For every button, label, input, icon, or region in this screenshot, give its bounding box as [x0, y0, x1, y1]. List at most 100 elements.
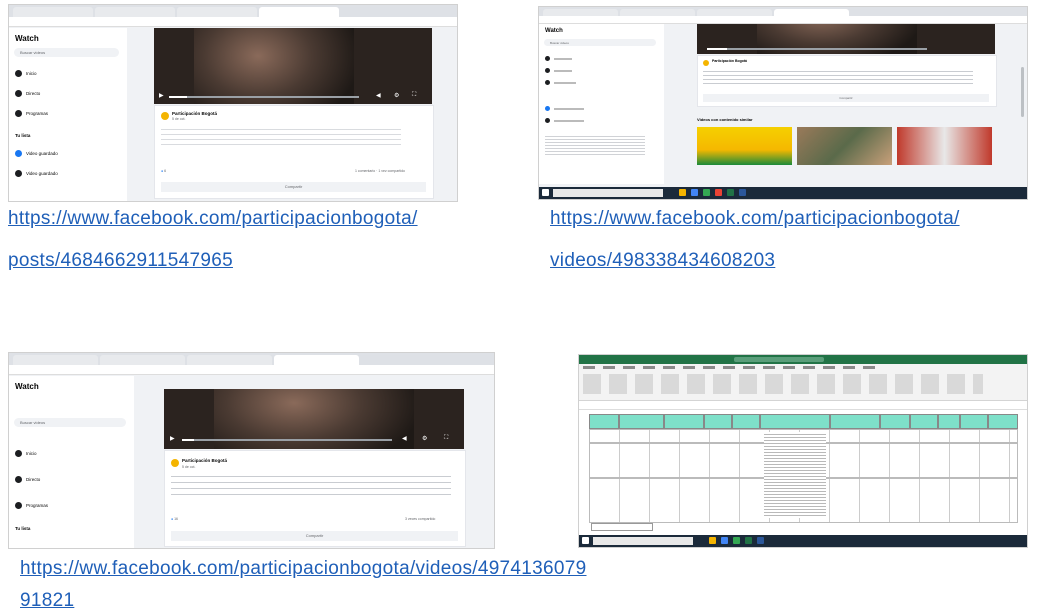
sidebar-item-directo[interactable]: Directo — [15, 90, 40, 97]
search-input[interactable]: Buscar videos — [14, 48, 119, 57]
taskbar-app-icon[interactable] — [691, 189, 698, 196]
settings-icon[interactable]: ⚙ — [422, 435, 427, 442]
sidebar-item[interactable] — [545, 56, 572, 61]
share-button[interactable]: Compartir — [161, 182, 426, 192]
post-link-1[interactable]: https://www.facebook.com/participacionbo… — [8, 208, 418, 230]
reaction-count[interactable]: ● 16 — [171, 517, 178, 521]
play-icon[interactable]: ▶ — [159, 92, 164, 99]
taskbar-app-icon[interactable] — [709, 537, 716, 544]
search-input[interactable]: Buscar videos — [14, 418, 126, 427]
excel-search-box[interactable] — [734, 357, 824, 362]
windows-taskbar[interactable] — [539, 187, 1027, 199]
post-author[interactable]: Participación Bogotá — [182, 458, 227, 463]
browser-tab[interactable] — [697, 9, 772, 16]
browser-tab[interactable] — [95, 7, 175, 17]
scrollbar[interactable] — [1021, 67, 1024, 117]
video-player[interactable]: ▶ ◀ ⚙ ⛶ — [154, 28, 432, 104]
live-icon — [15, 476, 22, 483]
avatar[interactable] — [703, 60, 709, 66]
address-bar[interactable] — [539, 16, 1027, 24]
taskbar-app-icon[interactable] — [679, 189, 686, 196]
sidebar-item[interactable] — [545, 80, 576, 85]
excel-ribbon[interactable] — [579, 364, 1027, 401]
taskbar-app-icon[interactable] — [745, 537, 752, 544]
sidebar-item-inicio[interactable]: Inicio — [15, 70, 37, 77]
spreadsheet-grid[interactable] — [579, 410, 1027, 531]
avatar[interactable] — [171, 459, 179, 467]
sidebar-section-tu-lista: Tu lista — [15, 133, 31, 138]
post-author[interactable]: Participación Bogotá — [712, 59, 747, 63]
browser-tab[interactable] — [543, 9, 618, 16]
browser-tab-strip[interactable] — [9, 5, 457, 17]
taskbar-app-icon[interactable] — [703, 189, 710, 196]
sidebar-list-item[interactable]: Video guardado — [15, 150, 58, 157]
reaction-count[interactable]: ● 6 — [161, 169, 166, 173]
sidebar-item-programas[interactable]: Programas — [15, 502, 48, 509]
avatar[interactable] — [161, 112, 169, 120]
taskbar-app-icon[interactable] — [757, 537, 764, 544]
post-link-1-cont[interactable]: posts/4684662911547965 — [8, 250, 233, 272]
post-time[interactable]: 5 de oct. — [172, 117, 185, 121]
sidebar-list-item[interactable]: Video guardado — [15, 170, 58, 177]
taskbar-app-icon[interactable] — [715, 189, 722, 196]
video-link-2-cont[interactable]: videos/498338434608203 — [550, 250, 775, 272]
taskbar-app-icon[interactable] — [733, 537, 740, 544]
video-progress-bar[interactable] — [182, 439, 392, 441]
video-player[interactable] — [697, 24, 995, 54]
windows-start-icon[interactable] — [582, 537, 589, 544]
address-bar[interactable] — [9, 365, 494, 375]
video-link-3-cont[interactable]: 91821 — [20, 590, 74, 612]
volume-icon[interactable]: ◀ — [376, 92, 381, 99]
browser-tab[interactable] — [187, 355, 272, 365]
taskbar-search[interactable] — [593, 537, 693, 545]
browser-tab-active[interactable] — [274, 355, 359, 365]
browser-tab-active[interactable] — [259, 7, 339, 17]
browser-tab[interactable] — [100, 355, 185, 365]
sidebar-item[interactable] — [545, 118, 584, 123]
video-link-3[interactable]: https://ww.facebook.com/participacionbog… — [20, 558, 587, 580]
browser-tab-strip[interactable] — [539, 7, 1027, 16]
address-bar[interactable] — [9, 17, 457, 27]
related-video-thumb-2[interactable] — [797, 127, 892, 165]
ribbon-tabs[interactable] — [583, 366, 883, 369]
video-progress-bar[interactable] — [707, 48, 927, 50]
taskbar-app-icon[interactable] — [727, 189, 734, 196]
comment-share-count[interactable]: 1 comentario · 1 vez compartido — [355, 169, 405, 173]
taskbar-app-icon[interactable] — [721, 537, 728, 544]
share-button[interactable]: Compartir — [171, 531, 458, 541]
video-progress-bar[interactable] — [169, 96, 359, 98]
windows-taskbar[interactable] — [579, 535, 1027, 547]
browser-tab-strip[interactable] — [9, 353, 494, 365]
sidebar-item[interactable] — [545, 106, 584, 111]
column-header — [732, 414, 760, 429]
taskbar-app-icon[interactable] — [739, 189, 746, 196]
browser-tab[interactable] — [620, 9, 695, 16]
share-button[interactable]: Compartir — [703, 94, 989, 102]
fullscreen-icon[interactable]: ⛶ — [444, 435, 448, 442]
post-author[interactable]: Participación Bogotá — [172, 111, 217, 116]
ribbon-commands[interactable] — [583, 374, 983, 394]
browser-tab-active[interactable] — [774, 9, 849, 16]
browser-tab[interactable] — [177, 7, 257, 17]
search-input[interactable]: Buscar videos — [544, 39, 656, 46]
sidebar-item-inicio[interactable]: Inicio — [15, 450, 37, 457]
sidebar-item-programas[interactable]: Programas — [15, 110, 48, 117]
related-video-thumb-1[interactable] — [697, 127, 792, 165]
sidebar-item-directo[interactable]: Directo — [15, 476, 40, 483]
sidebar-item[interactable] — [545, 68, 572, 73]
fullscreen-icon[interactable]: ⛶ — [412, 92, 416, 99]
settings-icon[interactable]: ⚙ — [394, 92, 399, 99]
taskbar-search[interactable] — [553, 189, 663, 197]
browser-tab[interactable] — [13, 355, 98, 365]
share-count[interactable]: 3 veces compartido — [405, 517, 435, 521]
browser-tab[interactable] — [13, 7, 93, 17]
volume-icon[interactable]: ◀ — [402, 435, 407, 442]
formula-bar[interactable] — [579, 401, 1027, 410]
video-player[interactable]: ▶ ◀ ⚙ ⛶ — [164, 389, 464, 449]
sheet-tab[interactable] — [591, 523, 653, 531]
play-icon[interactable]: ▶ — [170, 435, 175, 442]
windows-start-icon[interactable] — [542, 189, 549, 196]
video-link-2[interactable]: https://www.facebook.com/participacionbo… — [550, 208, 960, 230]
related-video-thumb-3[interactable] — [897, 127, 992, 165]
post-time[interactable]: 5 de oct. — [182, 465, 195, 469]
